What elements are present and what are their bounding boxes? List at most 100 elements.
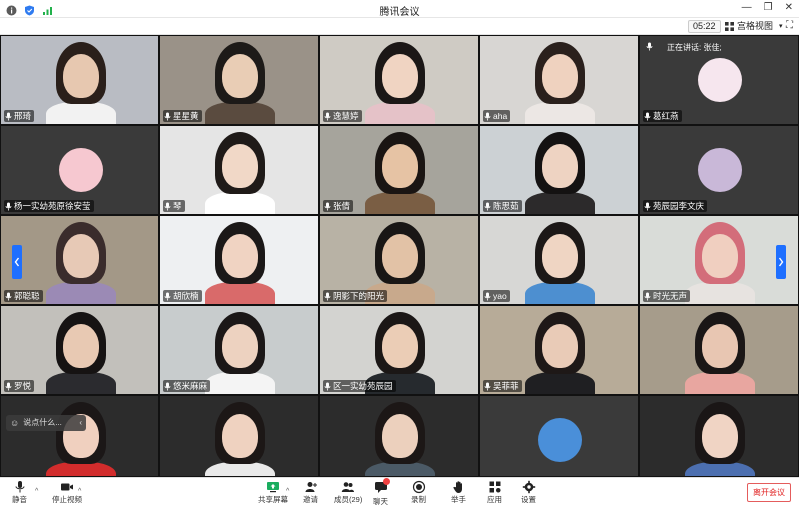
participant-name: 胡欣楠 bbox=[173, 291, 199, 301]
participant-name-tag: 悠米麻麻 bbox=[163, 380, 211, 392]
participant-name: 罗悦 bbox=[14, 381, 32, 391]
participant-tile[interactable]: 阴影下的阳光 bbox=[319, 215, 479, 305]
participant-tile[interactable]: 苑辰园李文庆 bbox=[639, 125, 799, 215]
hand-icon bbox=[452, 481, 462, 493]
participant-body bbox=[525, 102, 595, 124]
participant-tile[interactable]: 正在讲话: 张佳; 葛红燕 bbox=[639, 35, 799, 125]
participant-body bbox=[685, 282, 755, 304]
microphone-icon bbox=[5, 382, 12, 391]
prev-page-arrow[interactable] bbox=[12, 245, 22, 279]
participant-tile[interactable] bbox=[0, 395, 159, 477]
participant-face bbox=[222, 144, 258, 188]
participant-face bbox=[382, 54, 418, 98]
participant-tile[interactable]: aha bbox=[479, 35, 639, 125]
microphone-icon bbox=[164, 382, 171, 391]
participant-name: 张倩 bbox=[333, 201, 351, 211]
record-button[interactable]: 录制 bbox=[411, 480, 426, 505]
share-options-caret[interactable]: ^ bbox=[286, 488, 289, 495]
participant-tile[interactable]: 区一实幼苑辰园 bbox=[319, 305, 479, 395]
participant-tile[interactable] bbox=[639, 395, 799, 477]
participant-tile[interactable]: 吴菲菲 bbox=[479, 305, 639, 395]
participant-face bbox=[222, 414, 258, 458]
participant-avatar bbox=[538, 418, 582, 462]
window-title: 腾讯会议 bbox=[379, 7, 420, 18]
participant-tile[interactable]: 张倩 bbox=[319, 125, 479, 215]
minimize-icon[interactable]: — bbox=[742, 2, 752, 13]
participant-tile[interactable]: 时光无声 bbox=[639, 215, 799, 305]
participant-body bbox=[46, 102, 116, 124]
participant-name: aha bbox=[493, 111, 508, 121]
participant-tile[interactable] bbox=[159, 395, 319, 477]
mute-options-caret[interactable]: ^ bbox=[35, 488, 38, 495]
participant-tile[interactable] bbox=[639, 305, 799, 395]
chevron-left-icon[interactable]: ‹ bbox=[79, 415, 86, 431]
participant-body bbox=[365, 192, 435, 214]
participant-tile[interactable] bbox=[479, 395, 639, 477]
participant-face bbox=[702, 324, 738, 368]
participant-tile[interactable] bbox=[319, 395, 479, 477]
participant-tile[interactable]: 琴 bbox=[159, 125, 319, 215]
mute-button[interactable]: 静音 bbox=[12, 480, 27, 505]
participant-face bbox=[382, 324, 418, 368]
participant-name-tag: 阴影下的阳光 bbox=[323, 290, 388, 302]
meeting-timer: 05:22 bbox=[688, 20, 721, 33]
microphone-icon bbox=[644, 202, 651, 211]
video-options-caret[interactable]: ^ bbox=[78, 488, 81, 495]
participant-video bbox=[320, 396, 478, 476]
settings-button[interactable]: 设置 bbox=[521, 480, 536, 505]
participant-tile[interactable]: 逸慧婷 bbox=[319, 35, 479, 125]
participant-body bbox=[525, 372, 595, 394]
chat-button[interactable]: 聊天 bbox=[373, 478, 390, 506]
participant-tile[interactable]: 陈思茹 bbox=[479, 125, 639, 215]
participant-tile[interactable]: 罗悦 bbox=[0, 305, 159, 395]
participant-name: 琴 bbox=[173, 201, 182, 211]
microphone-icon bbox=[164, 292, 171, 301]
smiley-icon: ☺ bbox=[10, 418, 20, 428]
participant-tile[interactable]: 杨一实幼苑原徐安莹 bbox=[0, 125, 159, 215]
participant-tile[interactable]: 悠米麻麻 bbox=[159, 305, 319, 395]
participant-face bbox=[702, 234, 738, 278]
restore-icon[interactable]: ❐ bbox=[764, 2, 773, 13]
participant-name-tag: 逸慧婷 bbox=[323, 110, 362, 122]
raise-hand-button[interactable]: 举手 bbox=[451, 480, 466, 505]
fullscreen-icon[interactable]: ⛶ bbox=[786, 20, 793, 31]
participant-name-tag: yao bbox=[483, 290, 510, 302]
participant-tile[interactable]: yao bbox=[479, 215, 639, 305]
chat-quick-input[interactable]: ☺ 说点什么... ‹ bbox=[6, 415, 86, 431]
members-label: 成员(29) bbox=[334, 495, 363, 504]
participant-tile[interactable]: 邢琦 bbox=[0, 35, 159, 125]
participant-face bbox=[542, 234, 578, 278]
participant-tile[interactable]: 胡欣楠 bbox=[159, 215, 319, 305]
share-screen-button[interactable]: 共享屏幕 bbox=[258, 480, 288, 505]
participant-body bbox=[46, 282, 116, 304]
participant-face bbox=[542, 144, 578, 188]
microphone-icon bbox=[324, 292, 331, 301]
participant-face bbox=[222, 54, 258, 98]
close-icon[interactable]: ✕ bbox=[785, 2, 793, 13]
view-switch-button[interactable]: 宫格视图 ▾ bbox=[725, 20, 783, 33]
microphone-icon bbox=[644, 112, 651, 121]
next-page-arrow[interactable] bbox=[776, 245, 786, 279]
members-button[interactable]: 成员(29) bbox=[334, 480, 362, 505]
leave-meeting-button[interactable]: 离开会议 bbox=[747, 483, 791, 502]
microphone-icon bbox=[324, 202, 331, 211]
microphone-icon bbox=[5, 112, 12, 121]
apps-button[interactable]: 应用 bbox=[487, 480, 502, 505]
invite-button[interactable]: 邀请 bbox=[303, 480, 318, 505]
microphone-icon bbox=[5, 202, 12, 211]
participant-name-tag: 罗悦 bbox=[4, 380, 35, 392]
participant-tile[interactable]: 郭聪聪 bbox=[0, 215, 159, 305]
participant-name: yao bbox=[493, 291, 507, 301]
microphone-icon bbox=[164, 112, 171, 121]
chevron-down-icon: ▾ bbox=[779, 23, 783, 30]
microphone-icon bbox=[14, 481, 25, 493]
raise-hand-label: 举手 bbox=[451, 495, 466, 504]
microphone-icon bbox=[484, 292, 491, 301]
mute-label: 静音 bbox=[12, 495, 27, 504]
participant-tile[interactable]: 星星黄 bbox=[159, 35, 319, 125]
meeting-window: 腾讯会议 — ❐ ✕ 05:22 宫格视图 ▾ ⛶ 邢琦 星星黄 逸慧婷 aha 正在讲… bbox=[0, 0, 799, 506]
video-grid: 邢琦 星星黄 逸慧婷 aha 正在讲话: 张佳; 葛红燕杨一实幼苑原徐安莹 琴 张倩 陈思茹 苑辰… bbox=[0, 35, 799, 477]
participant-name: 星星黄 bbox=[173, 111, 199, 121]
info-bar: 05:22 宫格视图 ▾ ⛶ bbox=[0, 18, 799, 35]
participant-name-tag: 区一实幼苑辰园 bbox=[323, 380, 396, 392]
